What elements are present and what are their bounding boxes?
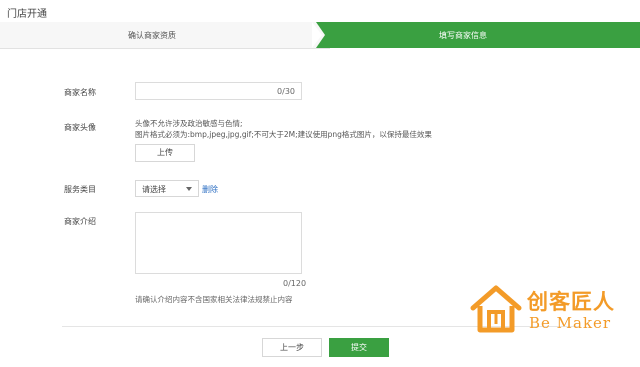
merchant-intro-counter: 0/120 — [283, 279, 307, 288]
step-confirm-qualification-label: 确认商家资质 — [128, 31, 176, 40]
watermark-chinese-text: 创客匠人 — [527, 290, 615, 314]
chevron-down-icon — [186, 187, 192, 191]
merchant-intro-label: 商家介绍 — [64, 217, 96, 226]
watermark-english-text: Be Maker — [529, 314, 612, 332]
merchant-name-counter: 0/30 — [277, 87, 295, 96]
step-indicator: 确认商家资质 填写商家信息 — [0, 22, 640, 49]
watermark: 创客匠人 Be Maker — [469, 284, 629, 338]
merchant-intro-textarea[interactable] — [135, 212, 302, 274]
title-bar: 门店开通 — [0, 0, 640, 23]
service-category-value: 请选择 — [142, 185, 166, 194]
avatar-hint-format: 图片格式必须为:bmp,jpeg,jpg,gif;不可大于2M;建议使用png格… — [135, 130, 432, 139]
step-arrow-separator — [312, 22, 322, 48]
house-logo-icon — [470, 285, 522, 333]
step-confirm-qualification: 确认商家资质 — [0, 22, 330, 49]
upload-button[interactable]: 上传 — [135, 144, 195, 162]
step-fill-info: 填写商家信息 — [316, 22, 640, 48]
merchant-avatar-label: 商家头像 — [64, 123, 96, 132]
prev-step-button[interactable]: 上一步 — [262, 338, 322, 357]
submit-button[interactable]: 提交 — [329, 338, 389, 357]
merchant-name-label: 商家名称 — [64, 88, 96, 97]
service-category-label: 服务类目 — [64, 185, 96, 194]
delete-category-link[interactable]: 删除 — [202, 184, 218, 195]
window-title: 门店开通 — [7, 9, 47, 20]
step-fill-info-label: 填写商家信息 — [439, 31, 487, 40]
avatar-hint-policy: 头像不允许涉及政治敏感与色情; — [135, 119, 243, 128]
merchant-name-input[interactable]: 0/30 — [135, 82, 302, 100]
service-category-select[interactable]: 请选择 — [135, 180, 199, 197]
intro-note: 请确认介绍内容不含国家相关法律法规禁止内容 — [135, 295, 293, 304]
